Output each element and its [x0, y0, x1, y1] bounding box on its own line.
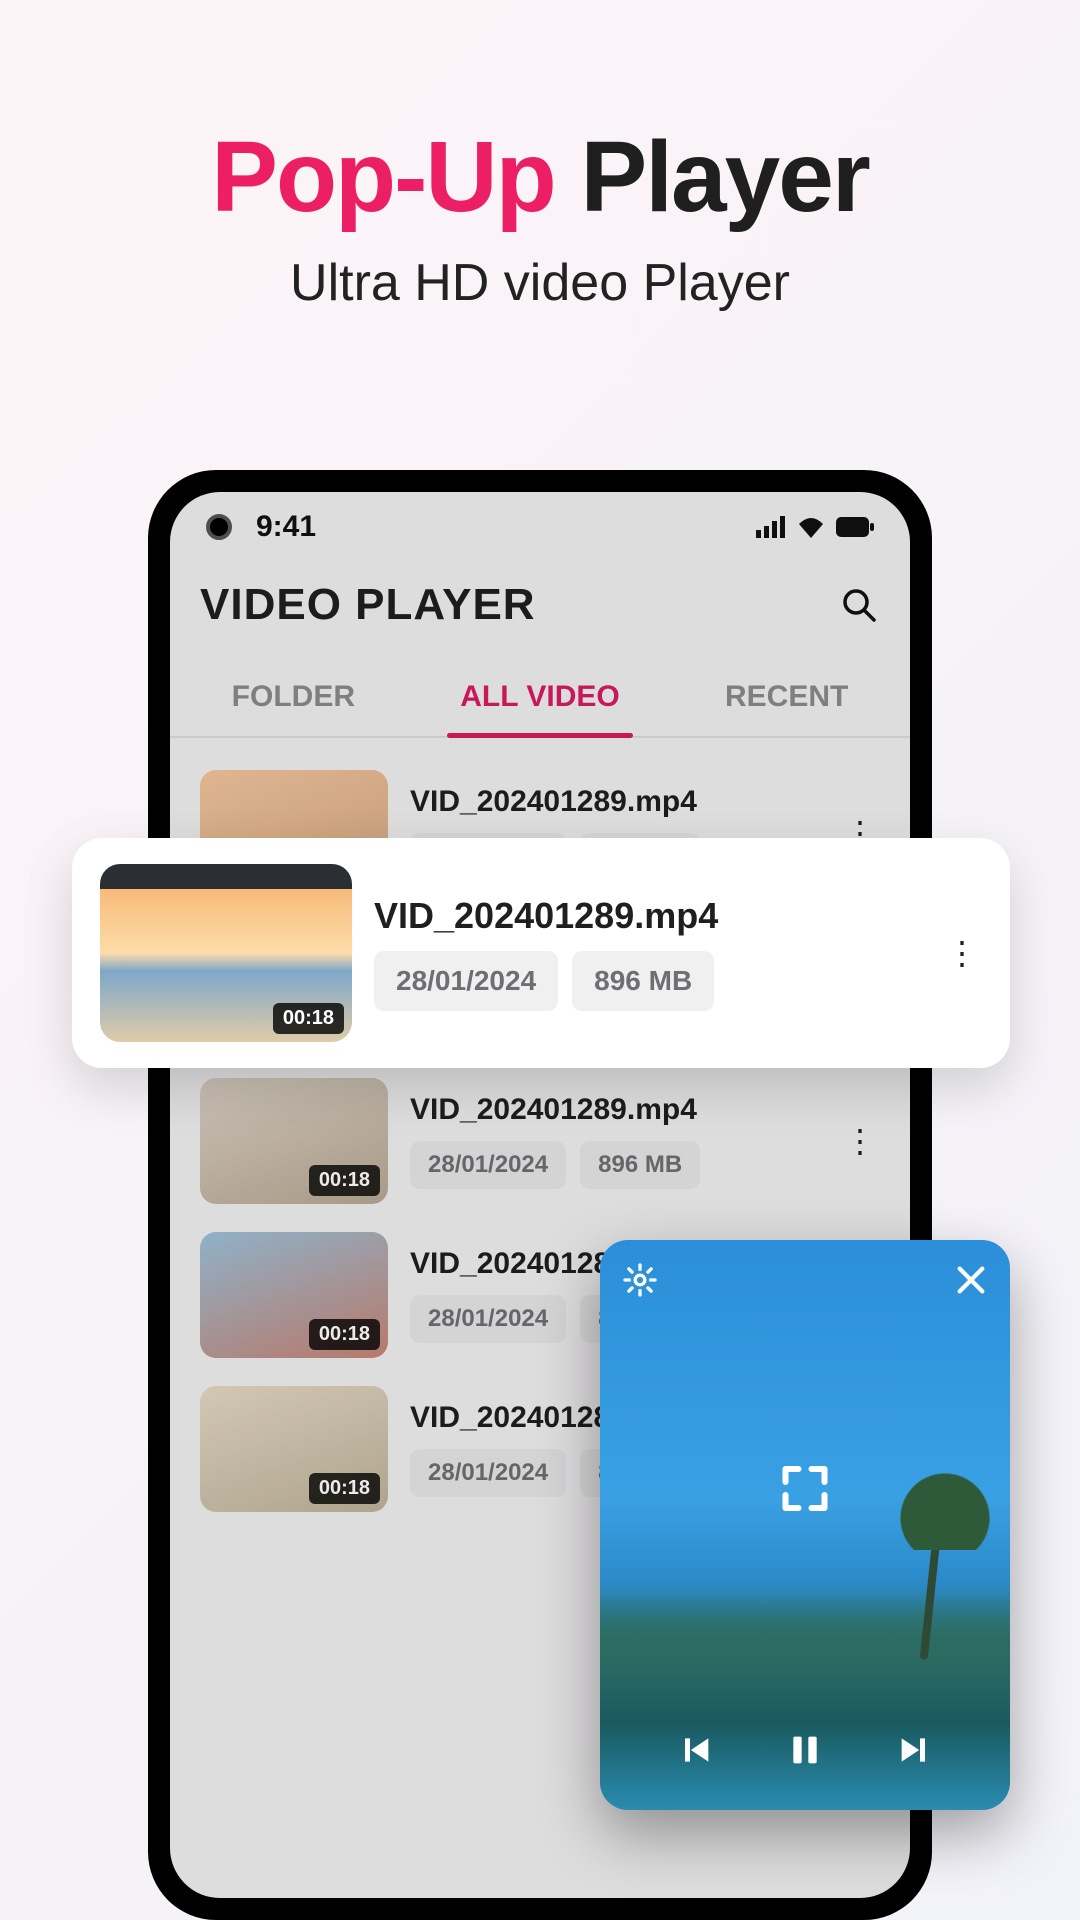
popup-settings-button[interactable]	[622, 1262, 658, 1298]
page-title: Pop-Up Player	[0, 0, 1080, 235]
tab-recent[interactable]: RECENT	[663, 658, 910, 736]
highlighted-video-card[interactable]: 00:18 VID_202401289.mp4 28/01/2024 896 M…	[72, 838, 1010, 1068]
video-meta: VID_202401289.mp4 28/01/2024 896 MB	[374, 895, 942, 1011]
more-vertical-icon: ⋮	[844, 1122, 876, 1160]
popup-previous-button[interactable]	[675, 1730, 715, 1770]
wifi-icon	[796, 516, 826, 538]
close-icon	[954, 1263, 988, 1297]
video-size-badge: 896 MB	[580, 1141, 700, 1189]
video-row[interactable]: 00:18 VID_202401289.mp4 28/01/2024 896 MB ⋮	[192, 1064, 888, 1218]
popup-next-button[interactable]	[895, 1730, 935, 1770]
video-thumbnail: 00:18	[200, 1078, 388, 1204]
app-header: VIDEO PLAYER	[170, 562, 910, 630]
popup-fullscreen-button[interactable]	[779, 1462, 831, 1514]
settings-icon	[622, 1262, 658, 1298]
video-duration: 00:18	[309, 1165, 380, 1196]
video-duration: 00:18	[309, 1319, 380, 1350]
skip-previous-icon	[675, 1730, 715, 1770]
popup-player[interactable]	[600, 1240, 1010, 1810]
search-button[interactable]	[838, 584, 880, 626]
app-title: VIDEO PLAYER	[200, 580, 536, 630]
video-date-badge: 28/01/2024	[410, 1449, 566, 1497]
tab-bar: FOLDER ALL VIDEO RECENT	[170, 658, 910, 738]
more-options-button[interactable]: ⋮	[942, 934, 982, 972]
status-bar: 9:41	[170, 492, 910, 562]
page-title-accent: Pop-Up	[211, 121, 554, 233]
fullscreen-icon	[779, 1462, 831, 1514]
video-duration: 00:18	[273, 1003, 344, 1034]
video-date-badge: 28/01/2024	[410, 1141, 566, 1189]
video-thumbnail: 00:18	[100, 864, 352, 1042]
video-date-badge: 28/01/2024	[410, 1295, 566, 1343]
more-options-button[interactable]: ⋮	[840, 1122, 880, 1160]
video-filename: VID_202401289.mp4	[410, 1093, 840, 1127]
pause-icon	[785, 1730, 825, 1770]
video-filename: VID_202401289.mp4	[374, 895, 942, 937]
page-title-plain: Player	[555, 121, 869, 233]
skip-next-icon	[895, 1730, 935, 1770]
video-meta: VID_202401289.mp4 28/01/2024 896 MB	[410, 1093, 840, 1189]
cellular-signal-icon	[756, 516, 786, 538]
tab-folder[interactable]: FOLDER	[170, 658, 417, 736]
video-duration: 00:18	[309, 1473, 380, 1504]
more-vertical-icon: ⋮	[946, 934, 978, 972]
battery-icon	[836, 517, 874, 537]
page-subtitle: Ultra HD video Player	[0, 253, 1080, 313]
video-size-badge: 896 MB	[572, 951, 714, 1011]
front-camera-icon	[206, 514, 232, 540]
popup-close-button[interactable]	[954, 1263, 988, 1297]
tab-all-video[interactable]: ALL VIDEO	[417, 658, 664, 736]
search-icon	[841, 587, 877, 623]
status-time: 9:41	[256, 510, 316, 544]
video-thumbnail: 00:18	[200, 1232, 388, 1358]
video-filename: VID_202401289.mp4	[410, 785, 840, 819]
video-date-badge: 28/01/2024	[374, 951, 558, 1011]
popup-pause-button[interactable]	[785, 1730, 825, 1770]
video-thumbnail: 00:18	[200, 1386, 388, 1512]
